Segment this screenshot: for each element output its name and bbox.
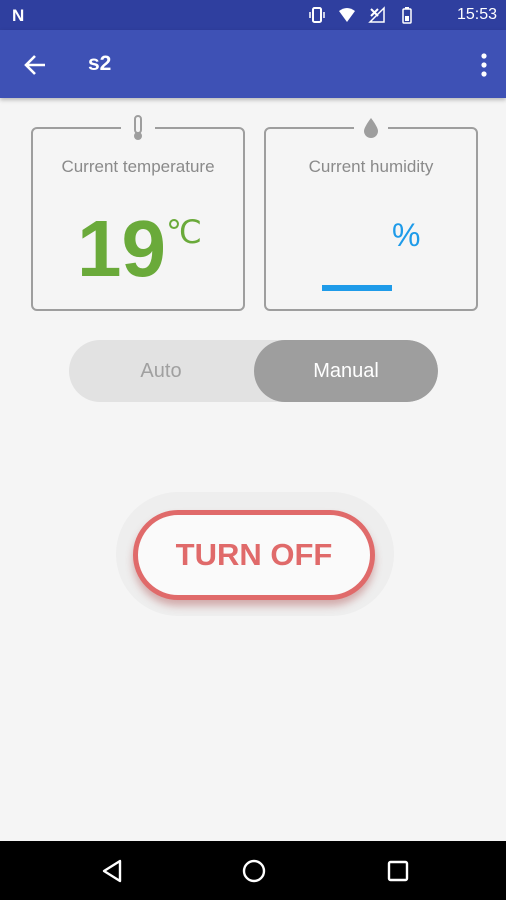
wifi-icon: [338, 6, 356, 24]
mode-auto-button[interactable]: Auto: [69, 340, 253, 402]
mode-toggle: Auto Manual: [69, 340, 438, 402]
recent-square-icon[interactable]: [384, 857, 412, 885]
humidity-empty-value: [322, 285, 392, 291]
nav-bar: [0, 841, 506, 900]
status-icons: [308, 6, 416, 24]
back-triangle-icon[interactable]: [98, 857, 126, 885]
temperature-value: 19: [77, 204, 166, 293]
notification-n-icon: N: [12, 6, 25, 25]
no-signal-icon: [368, 6, 386, 24]
battery-icon: [398, 6, 416, 24]
vibrate-icon: [308, 6, 326, 24]
humidity-card: Current humidity %: [264, 113, 478, 311]
page-title: s2: [88, 52, 112, 75]
water-drop-icon: [354, 113, 388, 143]
temperature-card: Current temperature 19 ℃: [31, 113, 245, 311]
app-bar: s2: [0, 30, 506, 98]
humidity-label: Current humidity: [308, 157, 434, 176]
turn-off-button[interactable]: TURN OFF: [133, 510, 375, 600]
humidity-unit: %: [392, 217, 421, 253]
mode-manual-button[interactable]: Manual: [254, 340, 438, 402]
more-vert-icon[interactable]: [480, 52, 488, 78]
temperature-label: Current temperature: [61, 157, 215, 176]
thermometer-icon: [121, 113, 155, 143]
status-time: 15:53: [456, 6, 497, 23]
temperature-unit: ℃: [166, 214, 202, 250]
arrow-back-icon[interactable]: [22, 52, 48, 78]
status-bar: N 15:53: [0, 0, 506, 30]
home-circle-icon[interactable]: [240, 857, 268, 885]
